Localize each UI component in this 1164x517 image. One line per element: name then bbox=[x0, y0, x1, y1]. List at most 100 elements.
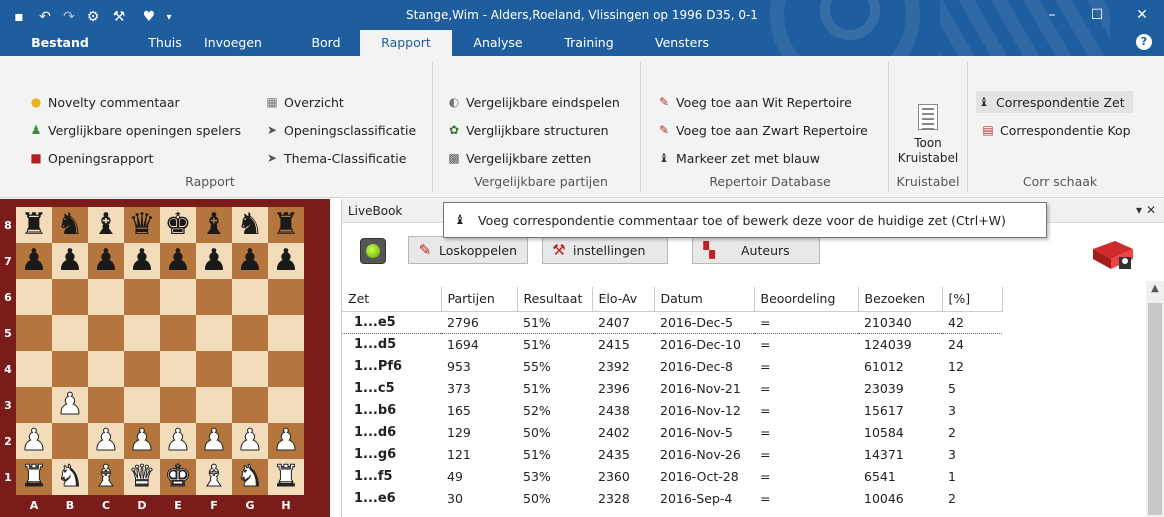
board-square[interactable] bbox=[16, 351, 52, 387]
scroll-up-icon[interactable]: ▲ bbox=[1146, 283, 1164, 294]
chessboard[interactable]: ♜ ♞ ♝ ♛ ♚ ♝ ♞ ♜ ♟ ♟ ♟ ♟ ♟ ♟ ♟ ♟ ♟ ♟ ♟ ♟ ♟ ♟ ♟ ♟ ♜ ♞ ♝ ♛ ♚ ♝ ♞ ♜ bbox=[16, 207, 304, 495]
board-square[interactable]: ♞ bbox=[232, 459, 268, 495]
table-row[interactable]: 1...c5 373 51% 2396 2016-Nov-21 = 23039 5 bbox=[342, 377, 1002, 399]
panel-close-icon[interactable]: ✕ bbox=[1146, 203, 1156, 217]
board-square[interactable]: ♝ bbox=[88, 459, 124, 495]
openingsrapport-button[interactable]: ■ Openingsrapport bbox=[28, 147, 153, 169]
board-square[interactable] bbox=[160, 315, 196, 351]
black-queen-piece[interactable]: ♛ bbox=[129, 210, 156, 240]
table-row[interactable]: 1...Pf6 953 55% 2392 2016-Dec-8 = 61012 12 bbox=[342, 355, 1002, 377]
vergelijkbare-eindspelen-button[interactable]: ◐ Vergelijkbare eindspelen bbox=[446, 91, 620, 113]
board-square[interactable]: ♛ bbox=[124, 207, 160, 243]
board-square[interactable] bbox=[88, 315, 124, 351]
board-square[interactable]: ♝ bbox=[196, 207, 232, 243]
board-square[interactable]: ♟ bbox=[160, 423, 196, 459]
board-square[interactable] bbox=[52, 423, 88, 459]
black-pawn-piece[interactable]: ♟ bbox=[57, 246, 84, 276]
white-pawn-piece[interactable]: ♟ bbox=[200, 425, 228, 456]
white-bishop-piece[interactable]: ♝ bbox=[200, 461, 228, 492]
black-pawn-piece[interactable]: ♟ bbox=[273, 246, 300, 276]
black-knight-piece[interactable]: ♞ bbox=[237, 210, 264, 240]
black-pawn-piece[interactable]: ♟ bbox=[93, 246, 120, 276]
board-square[interactable] bbox=[196, 279, 232, 315]
board-square[interactable]: ♟ bbox=[160, 243, 196, 279]
black-king-piece[interactable]: ♚ bbox=[165, 210, 192, 240]
correspondentie-kop-button[interactable]: ▤ Correspondentie Kop bbox=[980, 119, 1130, 141]
white-pawn-piece[interactable]: ♟ bbox=[56, 389, 84, 420]
column-header[interactable]: [%] bbox=[942, 287, 1003, 312]
maximize-button[interactable]: ☐ bbox=[1075, 0, 1119, 30]
black-bishop-piece[interactable]: ♝ bbox=[201, 210, 228, 240]
board-square[interactable] bbox=[88, 387, 124, 423]
white-pawn-piece[interactable]: ♟ bbox=[20, 425, 48, 456]
board-square[interactable]: ♟ bbox=[88, 243, 124, 279]
board-square[interactable]: ♛ bbox=[124, 459, 160, 495]
table-row[interactable]: 1...b6 165 52% 2438 2016-Nov-12 = 15617 3 bbox=[342, 399, 1002, 421]
table-row[interactable]: 1...g6 121 51% 2435 2016-Nov-26 = 14371 3 bbox=[342, 443, 1002, 465]
black-pawn-piece[interactable]: ♟ bbox=[21, 246, 48, 276]
board-square[interactable]: ♟ bbox=[268, 423, 304, 459]
board-square[interactable] bbox=[160, 387, 196, 423]
column-header[interactable]: Bezoeken bbox=[858, 287, 943, 312]
board-square[interactable]: ♟ bbox=[124, 423, 160, 459]
column-header[interactable]: Partijen bbox=[441, 287, 518, 312]
board-square[interactable]: ♟ bbox=[88, 423, 124, 459]
black-rook-piece[interactable]: ♜ bbox=[273, 210, 300, 240]
board-square[interactable]: ♟ bbox=[196, 243, 232, 279]
menu-thuis[interactable]: Thuis bbox=[140, 30, 190, 56]
board-square[interactable] bbox=[196, 387, 232, 423]
white-king-piece[interactable]: ♚ bbox=[164, 461, 192, 492]
board-square[interactable] bbox=[268, 387, 304, 423]
loskoppelen-button[interactable]: ✎ Loskoppelen bbox=[408, 236, 528, 264]
menu-analyse[interactable]: Analyse bbox=[470, 30, 526, 56]
correspondentie-zet-button[interactable]: ♝ Correspondentie Zet bbox=[976, 91, 1133, 113]
board-square[interactable] bbox=[196, 351, 232, 387]
board-square[interactable] bbox=[124, 315, 160, 351]
board-square[interactable] bbox=[88, 351, 124, 387]
auteurs-button[interactable]: ▚ Auteurs bbox=[692, 236, 820, 264]
table-row[interactable]: 1...e6 30 50% 2328 2016-Sep-4 = 10046 2 bbox=[342, 487, 1002, 509]
white-pawn-piece[interactable]: ♟ bbox=[272, 425, 300, 456]
column-header[interactable]: Datum bbox=[654, 287, 755, 312]
board-square[interactable] bbox=[268, 279, 304, 315]
board-square[interactable]: ♟ bbox=[52, 387, 88, 423]
black-pawn-piece[interactable]: ♟ bbox=[165, 246, 192, 276]
board-square[interactable] bbox=[52, 279, 88, 315]
board-square[interactable]: ♜ bbox=[268, 459, 304, 495]
board-square[interactable] bbox=[160, 351, 196, 387]
white-bishop-piece[interactable]: ♝ bbox=[92, 461, 120, 492]
markeer-zet-blauw-button[interactable]: ♝ Markeer zet met blauw bbox=[656, 147, 820, 169]
white-queen-piece[interactable]: ♛ bbox=[128, 461, 156, 492]
board-square[interactable] bbox=[52, 351, 88, 387]
board-square[interactable] bbox=[160, 279, 196, 315]
board-square[interactable]: ♜ bbox=[16, 207, 52, 243]
black-bishop-piece[interactable]: ♝ bbox=[93, 210, 120, 240]
board-square[interactable] bbox=[88, 279, 124, 315]
board-square[interactable]: ♜ bbox=[16, 459, 52, 495]
board-square[interactable] bbox=[268, 351, 304, 387]
board-square[interactable]: ♜ bbox=[268, 207, 304, 243]
board-square[interactable]: ♟ bbox=[16, 243, 52, 279]
column-header[interactable]: Zet bbox=[342, 287, 442, 312]
white-pawn-piece[interactable]: ♟ bbox=[236, 425, 264, 456]
menu-rapport[interactable]: Rapport bbox=[360, 30, 452, 56]
vertical-scrollbar[interactable]: ▲ bbox=[1146, 281, 1164, 517]
white-pawn-piece[interactable]: ♟ bbox=[128, 425, 156, 456]
table-row[interactable]: 1...f5 49 53% 2360 2016-Oct-28 = 6541 1 bbox=[342, 465, 1002, 487]
board-square[interactable] bbox=[268, 315, 304, 351]
board-square[interactable]: ♝ bbox=[196, 459, 232, 495]
black-pawn-piece[interactable]: ♟ bbox=[129, 246, 156, 276]
panel-menu-icon[interactable]: ▾ bbox=[1136, 203, 1142, 217]
board-square[interactable]: ♟ bbox=[124, 243, 160, 279]
board-square[interactable] bbox=[232, 279, 268, 315]
board-square[interactable] bbox=[232, 315, 268, 351]
verglijkbare-structuren-button[interactable]: ✿ Verglijkbare structuren bbox=[446, 119, 609, 141]
novelty-commentaar-button[interactable]: ● Novelty commentaar bbox=[28, 91, 180, 113]
column-header[interactable]: Elo-Av bbox=[592, 287, 655, 312]
help-icon[interactable]: ? bbox=[1136, 34, 1152, 50]
black-rook-piece[interactable]: ♜ bbox=[21, 210, 48, 240]
white-knight-piece[interactable]: ♞ bbox=[236, 461, 264, 492]
board-square[interactable]: ♞ bbox=[52, 207, 88, 243]
vergelijkbare-zetten-button[interactable]: ▩ Vergelijkbare zetten bbox=[446, 147, 591, 169]
menu-bord[interactable]: Bord bbox=[306, 30, 346, 56]
